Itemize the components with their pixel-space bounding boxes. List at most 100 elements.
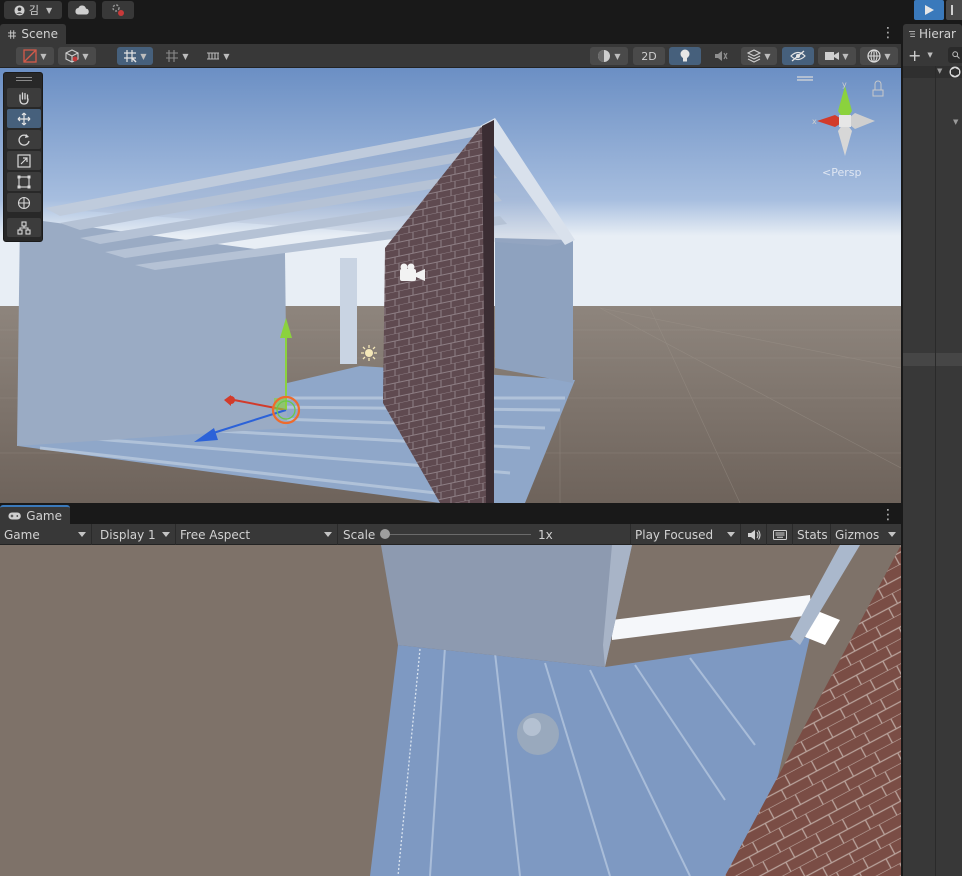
selected-row-highlight[interactable]	[903, 353, 962, 366]
gizmos-label: Gizmos	[835, 527, 880, 542]
scene-visibility-toggle[interactable]	[782, 47, 814, 65]
gizmos-dropdown[interactable]: ▼	[860, 47, 898, 65]
hierarchy-list-icon	[909, 31, 916, 37]
scale-slider-track[interactable]	[385, 534, 531, 535]
chevron-down-icon: ▼	[764, 51, 771, 61]
add-object-button[interactable]: + ▼	[908, 46, 933, 65]
column-divider	[935, 66, 936, 876]
scene-render: y x <Persp	[0, 68, 901, 503]
stats-toggle[interactable]: Stats	[793, 524, 831, 545]
chevron-down-icon: ▼	[182, 51, 189, 61]
chevron-down-icon: ▼	[927, 51, 933, 59]
chevron-down-icon	[727, 532, 735, 537]
search-icon	[952, 51, 960, 59]
increment-snap-dropdown[interactable]: ▼	[159, 47, 195, 65]
custom-tools-icon	[17, 220, 31, 235]
gizmo-x-label: x	[812, 117, 817, 126]
custom-tool[interactable]	[7, 218, 41, 237]
transform-icon	[17, 196, 31, 209]
scale-tool[interactable]	[7, 151, 41, 170]
hand-icon	[19, 91, 29, 105]
account-label: 김	[28, 4, 39, 17]
pause-button[interactable]	[946, 0, 962, 20]
play-button[interactable]	[914, 0, 944, 20]
keyboard-button[interactable]	[767, 524, 793, 545]
view-select[interactable]: Game	[0, 524, 92, 545]
grid-snap-dropdown[interactable]: ▼	[117, 47, 153, 65]
scale-icon	[17, 153, 31, 168]
game-more-icon[interactable]: ⋮	[881, 507, 895, 523]
collab-icon	[112, 4, 124, 16]
cloud-icon	[75, 5, 89, 15]
globe-gizmo-icon	[867, 49, 882, 63]
rotate-tool[interactable]	[7, 130, 41, 149]
pause-icon	[951, 5, 953, 15]
move-arrows-icon	[17, 112, 31, 125]
draw-mode-dropdown[interactable]: ▼	[16, 47, 54, 65]
display-select[interactable]: Display 1	[96, 524, 176, 545]
expand-arrow-icon[interactable]: ▼	[953, 118, 958, 126]
chevron-down-icon: ▼	[140, 51, 147, 61]
audio-toggle[interactable]	[705, 47, 737, 65]
shaded-mode-icon	[23, 49, 38, 63]
ruler-icon	[207, 52, 220, 60]
eye-hidden-icon	[790, 50, 806, 62]
expand-arrow-icon[interactable]: ▼	[937, 67, 942, 75]
chevron-down-icon	[78, 532, 86, 537]
tab-game[interactable]: Game	[0, 505, 70, 524]
scene-more-icon[interactable]: ⋮	[881, 25, 895, 41]
scene-tab-label: Scene	[21, 27, 58, 41]
lighting-toggle[interactable]	[669, 47, 701, 65]
collab-button[interactable]	[102, 1, 134, 19]
gizmos-select[interactable]: Gizmos	[831, 524, 901, 545]
effects-dropdown[interactable]: ▼	[741, 47, 777, 65]
game-render	[0, 545, 901, 876]
chevron-down-icon: ▼	[223, 51, 230, 61]
lightbulb-icon	[680, 49, 690, 62]
rect-tool[interactable]	[7, 172, 41, 191]
view-select-value: Game	[4, 527, 40, 542]
game-viewport[interactable]	[0, 545, 901, 876]
scene-viewport[interactable]: y x <Persp	[0, 68, 901, 503]
cloud-button[interactable]	[68, 1, 96, 19]
chevron-down-icon	[162, 532, 170, 537]
chevron-down-icon	[888, 532, 896, 537]
move-tool[interactable]	[7, 109, 41, 128]
hierarchy-tab-bar: Hierar	[903, 22, 962, 44]
display-select-value: Display 1	[100, 527, 156, 542]
tab-scene[interactable]: Scene	[0, 24, 66, 44]
unity-editor: 김 ▼ Scene ⋮ ▼ ▼ ▼ ▼ ▼ ▼ 2D ▼ ▼ ▼ y x <Pe…	[0, 0, 962, 876]
projection-label[interactable]: <Persp	[822, 166, 861, 179]
play-mode-select[interactable]: Play Focused	[631, 524, 741, 545]
scene-camera-dropdown[interactable]: ▼	[818, 47, 856, 65]
scale-slider-thumb[interactable]	[380, 529, 390, 539]
game-tab-label: Game	[26, 508, 62, 523]
account-dropdown[interactable]: 김 ▼	[4, 1, 62, 19]
2d-toggle[interactable]: 2D	[633, 47, 665, 65]
scale-control: Scale 1x	[339, 524, 631, 545]
drag-handle-line	[16, 80, 32, 81]
2d-label: 2D	[641, 49, 657, 63]
shading-dropdown[interactable]: ▼	[590, 47, 628, 65]
aspect-select[interactable]: Free Aspect	[176, 524, 338, 545]
aspect-select-value: Free Aspect	[180, 527, 251, 542]
gizmo-y-label: y	[842, 80, 847, 89]
transform-tool[interactable]	[7, 193, 41, 212]
ruler-dropdown[interactable]: ▼	[200, 47, 236, 65]
chevron-down-icon: ▼	[82, 51, 89, 61]
effects-icon	[747, 49, 762, 63]
hierarchy-toolbar: + ▼	[903, 44, 962, 66]
play-mode-value: Play Focused	[635, 527, 714, 542]
play-icon	[924, 5, 934, 15]
mute-audio-button[interactable]	[741, 524, 767, 545]
gamepad-icon	[8, 511, 21, 520]
snap-increment-icon	[166, 50, 179, 62]
tab-hierarchy[interactable]: Hierar	[903, 24, 962, 44]
hierarchy-search-input[interactable]	[948, 47, 962, 63]
scene-root-row[interactable]: ▼	[903, 66, 962, 78]
hand-tool[interactable]	[7, 88, 41, 107]
light-gizmo-icon	[361, 345, 377, 361]
render-mode-dropdown[interactable]: ▼	[58, 47, 96, 65]
scene-toolbar: ▼ ▼ ▼ ▼ ▼ ▼ 2D ▼ ▼ ▼	[0, 44, 901, 68]
drag-handle[interactable]	[16, 77, 32, 78]
